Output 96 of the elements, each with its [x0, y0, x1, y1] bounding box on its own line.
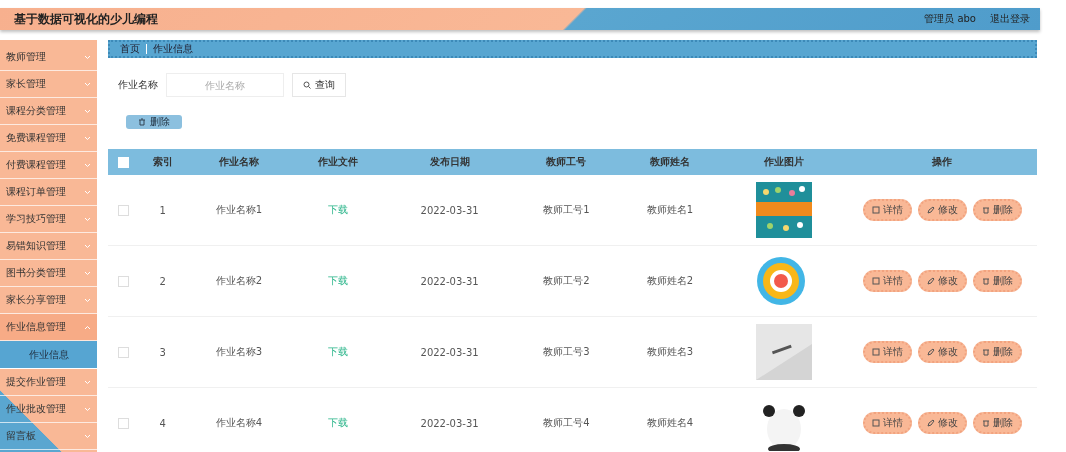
- chevron-icon: [84, 297, 91, 303]
- search-label: 作业名称: [118, 78, 158, 92]
- table-cell: 教师姓名4: [646, 417, 694, 428]
- column-header: 作业名称: [187, 149, 291, 175]
- pencil-icon: [926, 348, 935, 356]
- action-button[interactable]: 详情: [862, 341, 912, 363]
- table-cell: 教师姓名1: [646, 204, 694, 215]
- logout-link[interactable]: 退出登录: [990, 12, 1030, 26]
- action-button[interactable]: 修改: [917, 341, 967, 363]
- column-header: 作业文件: [290, 149, 385, 175]
- pencil-icon: [926, 206, 935, 214]
- sidebar-item[interactable]: 课程订单管理: [0, 179, 97, 206]
- action-button[interactable]: 详情: [862, 270, 912, 292]
- user-name: 管理员 abo: [924, 12, 976, 26]
- row-checkbox[interactable]: [117, 204, 129, 216]
- action-button[interactable]: 删除: [972, 341, 1022, 363]
- trash-icon: [981, 206, 990, 214]
- table-cell: 作业名称1: [215, 204, 263, 215]
- sidebar-item[interactable]: 留言板: [0, 423, 97, 450]
- table-cell: 1: [159, 204, 166, 216]
- chevron-icon: [84, 243, 91, 249]
- table-cell: 作业名称3: [215, 346, 263, 357]
- sidebar-item[interactable]: 作业批改管理: [0, 396, 97, 423]
- sidebar-item[interactable]: 家长管理: [0, 71, 97, 98]
- table-cell: 2022-03-31: [420, 346, 479, 358]
- table-cell: 教师姓名3: [646, 346, 694, 357]
- table-cell: 教师工号3: [543, 346, 590, 357]
- chevron-icon: [84, 81, 91, 87]
- table-cell: 教师姓名2: [646, 275, 694, 286]
- chevron-icon: [84, 54, 91, 60]
- chevron-icon: [84, 379, 91, 385]
- sidebar-item[interactable]: 免费课程管理: [0, 125, 97, 152]
- chevron-icon: [84, 433, 91, 439]
- table-cell: 教师工号1: [543, 204, 590, 215]
- column-header: 索引: [138, 149, 188, 175]
- table-cell: 2: [159, 275, 166, 287]
- chevron-icon: [84, 162, 91, 168]
- sidebar-item[interactable]: 易错知识管理: [0, 233, 97, 260]
- column-header: 作业图片: [721, 149, 847, 175]
- chevron-icon: [84, 324, 91, 330]
- table-cell: 2022-03-31: [420, 417, 479, 429]
- document-icon: [871, 206, 880, 214]
- document-icon: [871, 419, 880, 427]
- sidebar-item[interactable]: 付费课程管理: [0, 152, 97, 179]
- row-checkbox[interactable]: [117, 417, 129, 429]
- chevron-icon: [84, 216, 91, 222]
- trash-icon: [981, 419, 990, 427]
- chevron-icon: [84, 135, 91, 141]
- column-header: 教师姓名: [618, 149, 722, 175]
- action-button[interactable]: 修改: [917, 270, 967, 292]
- table-cell: 2022-03-31: [420, 275, 479, 287]
- trash-icon: [138, 118, 146, 126]
- table-cell: 3: [159, 346, 166, 358]
- sidebar-item[interactable]: 提交作业管理: [0, 369, 97, 396]
- table-cell: 教师工号2: [543, 275, 590, 286]
- pencil-icon: [926, 419, 935, 427]
- search-field[interactable]: 作业名称: [166, 73, 284, 97]
- trash-icon: [981, 348, 990, 356]
- document-icon: [871, 277, 880, 285]
- sidebar-item[interactable]: 学习技巧管理: [0, 206, 97, 233]
- chevron-icon: [84, 189, 91, 195]
- column-header: 教师工号: [514, 149, 619, 175]
- action-button[interactable]: 删除: [972, 199, 1022, 221]
- column-header: 发布日期: [384, 149, 515, 175]
- action-button[interactable]: 删除: [972, 270, 1022, 292]
- action-button[interactable]: 详情: [862, 199, 912, 221]
- trash-icon: [981, 277, 990, 285]
- sidebar-subitem[interactable]: 作业信息: [0, 341, 97, 369]
- column-header: 操作: [847, 149, 1037, 175]
- select-all-checkbox[interactable]: [117, 156, 129, 168]
- search-icon: [303, 81, 311, 89]
- table-cell: 2022-03-31: [420, 204, 479, 216]
- search-button[interactable]: 查询: [292, 73, 346, 97]
- pencil-icon: [926, 277, 935, 285]
- action-button[interactable]: 修改: [917, 199, 967, 221]
- table-cell: 作业名称2: [215, 275, 263, 286]
- chevron-icon: [84, 108, 91, 114]
- chevron-icon: [84, 270, 91, 276]
- sidebar-item[interactable]: 教师管理: [0, 44, 97, 71]
- sidebar-item[interactable]: 作业信息管理: [0, 314, 97, 341]
- chevron-icon: [84, 406, 91, 412]
- table-cell: 教师工号4: [543, 417, 590, 428]
- row-checkbox[interactable]: [117, 275, 129, 287]
- breadcrumb-item: 作业信息: [153, 42, 193, 56]
- delete-button[interactable]: 删除: [126, 115, 182, 129]
- sidebar-item[interactable]: 图书分类管理: [0, 260, 97, 287]
- table-cell: 4: [159, 417, 166, 429]
- table-cell: 作业名称4: [215, 417, 263, 428]
- breadcrumb-item[interactable]: 首页: [120, 42, 140, 56]
- app-title: 基于数据可视化的少儿编程: [14, 10, 158, 28]
- action-button[interactable]: 详情: [862, 412, 912, 434]
- action-button[interactable]: 修改: [917, 412, 967, 434]
- action-button[interactable]: 删除: [972, 412, 1022, 434]
- document-icon: [871, 348, 880, 356]
- row-checkbox[interactable]: [117, 346, 129, 358]
- sidebar-item[interactable]: 课程分类管理: [0, 98, 97, 125]
